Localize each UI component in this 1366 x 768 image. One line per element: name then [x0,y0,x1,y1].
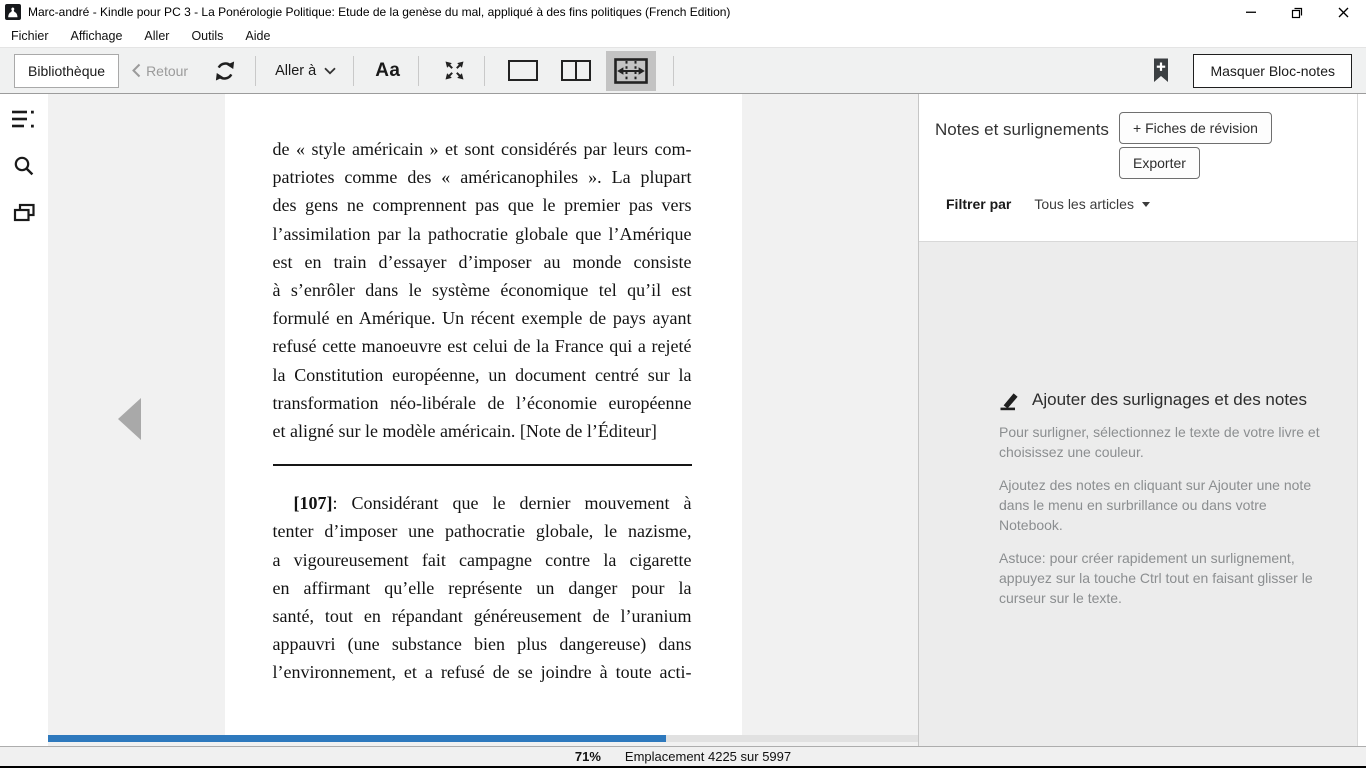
single-column-icon [508,60,538,81]
fullscreen-button[interactable] [442,58,467,83]
notebook-title: Notes et surlignements [935,119,1110,140]
notebook-empty-state: Ajouter des surlignages et des notes Pou… [919,241,1366,746]
book-paragraph-1: de « style américain » et sont considéré… [273,135,692,445]
progress-fill [48,735,666,742]
empty-state-text-3: Astuce: pour créer rapidement un surlign… [999,548,1321,608]
view-single-column-button[interactable] [508,60,538,81]
add-bookmark-button[interactable] [1151,57,1171,84]
menu-outils[interactable]: Outils [180,29,234,43]
menu-affichage[interactable]: Affichage [60,29,134,43]
toc-button[interactable] [10,105,38,133]
filter-value: Tous les articles [1034,196,1134,212]
filter-caret-icon [1142,202,1150,207]
toolbar: Bibliothèque Retour Aller à Aa [0,47,1366,94]
chevron-down-icon [324,67,336,75]
toolbar-divider [353,56,354,86]
flashcards-button[interactable]: + Fiches de révision [1119,112,1272,144]
sync-icon [212,58,238,84]
empty-state-text-2: Ajoutez des notes en cliquant sur Ajoute… [999,475,1321,535]
title-bar: Marc-andré - Kindle pour PC 3 - La Ponér… [0,0,1366,24]
left-sidebar [0,94,48,746]
back-button[interactable]: Retour [132,63,188,79]
footnote-divider [273,464,692,466]
sync-button[interactable] [212,58,238,84]
library-button[interactable]: Bibliothèque [14,54,119,88]
toggle-notebook-button[interactable]: Masquer Bloc-notes [1193,54,1352,88]
font-settings-button[interactable]: Aa [375,60,400,82]
book-paragraph-2: tenter d’imposer une pathocratie globale… [273,517,692,686]
pages-icon [13,203,36,223]
pages-button[interactable] [10,199,38,227]
filter-label: Filtrer par [946,196,1011,212]
fullscreen-icon [442,58,467,83]
view-fit-width-button[interactable] [606,51,656,91]
goto-label: Aller à [275,63,316,79]
reading-progress-bar[interactable] [48,735,918,742]
notebook-header: Notes et surlignements + Fiches de révis… [919,94,1366,241]
menu-bar: Fichier Affichage Aller Outils Aide [0,24,1366,47]
goto-dropdown[interactable]: Aller à [275,63,336,79]
toolbar-divider [673,56,674,86]
minimize-button[interactable] [1228,0,1274,24]
reading-pane: de « style américain » et sont considéré… [48,94,918,746]
footnote-first-rest: : Considérant que le dernier mouvement à [333,493,692,513]
menu-aide[interactable]: Aide [234,29,281,43]
kindle-app-icon [5,4,21,20]
two-column-icon [561,60,591,81]
main-area: de « style américain » et sont considéré… [0,94,1366,746]
status-bar: 71% Emplacement 4225 sur 5997 [0,746,1366,766]
view-two-column-button[interactable] [561,60,591,81]
page-wrap: de « style américain » et sont considéré… [48,94,918,735]
toolbar-divider [484,56,485,86]
filter-dropdown[interactable]: Tous les articles [1034,196,1150,212]
fit-width-icon [614,58,648,84]
empty-state-heading: Ajouter des surlignages et des notes [1032,390,1307,410]
toolbar-divider [255,56,256,86]
menu-aller[interactable]: Aller [133,29,180,43]
close-button[interactable] [1320,0,1366,24]
notebook-panel: Notes et surlignements + Fiches de révis… [918,94,1366,746]
progress-percent-label: 71% [575,749,601,764]
empty-state-text-1: Pour surligner, sélectionnez le texte de… [999,422,1321,462]
notebook-scrollbar[interactable] [1357,94,1366,746]
footnote-first-line: [107]: Considérant que le dernier mouvem… [273,489,692,517]
back-chevron-icon [132,63,141,78]
toc-icon [11,108,37,130]
footnote-marker: [107] [294,493,333,513]
bookmark-add-icon [1151,57,1171,84]
back-label: Retour [146,63,188,79]
window-title: Marc-andré - Kindle pour PC 3 - La Ponér… [28,5,1228,19]
previous-page-arrow[interactable] [118,398,141,440]
restore-button[interactable] [1274,0,1320,24]
location-label: Emplacement 4225 sur 5997 [625,749,791,764]
export-button[interactable]: Exporter [1119,147,1200,179]
highlight-pen-icon [999,389,1021,411]
search-icon [13,155,35,177]
search-button[interactable] [10,152,38,180]
menu-fichier[interactable]: Fichier [0,29,60,43]
book-page[interactable]: de « style américain » et sont considéré… [225,94,742,735]
toolbar-divider [418,56,419,86]
